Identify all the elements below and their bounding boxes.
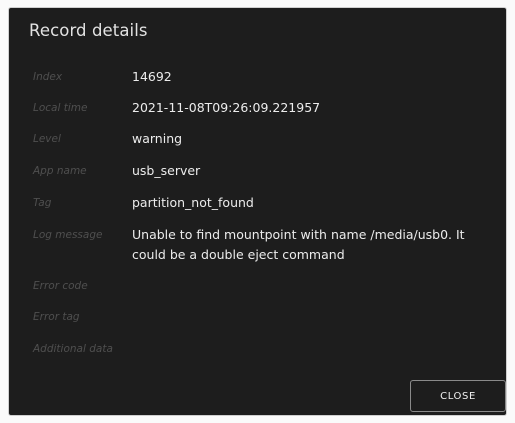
field-label: Error tag xyxy=(33,311,80,323)
field-label: Log message xyxy=(33,229,103,241)
field-value: partition_not_found xyxy=(132,195,254,210)
field-label: Index xyxy=(33,71,63,83)
field-label: Tag xyxy=(33,197,52,209)
field-value: usb_server xyxy=(132,163,201,178)
field-label: Level xyxy=(33,133,61,145)
field-value: 14692 xyxy=(132,69,172,84)
dialog-title: Record details xyxy=(29,21,148,40)
record-details-dialog: Record details Index 14692 Local time 20… xyxy=(9,8,506,415)
field-label: Error code xyxy=(33,280,88,292)
field-label: Additional data xyxy=(33,343,113,355)
field-value: warning xyxy=(132,131,183,146)
field-label: App name xyxy=(33,165,87,177)
field-label: Local time xyxy=(33,102,88,114)
close-button[interactable]: CLOSE xyxy=(410,380,506,412)
field-value: Unable to find mountpoint with name /med… xyxy=(132,227,465,262)
field-value: 2021-11-08T09:26:09.221957 xyxy=(132,100,321,115)
